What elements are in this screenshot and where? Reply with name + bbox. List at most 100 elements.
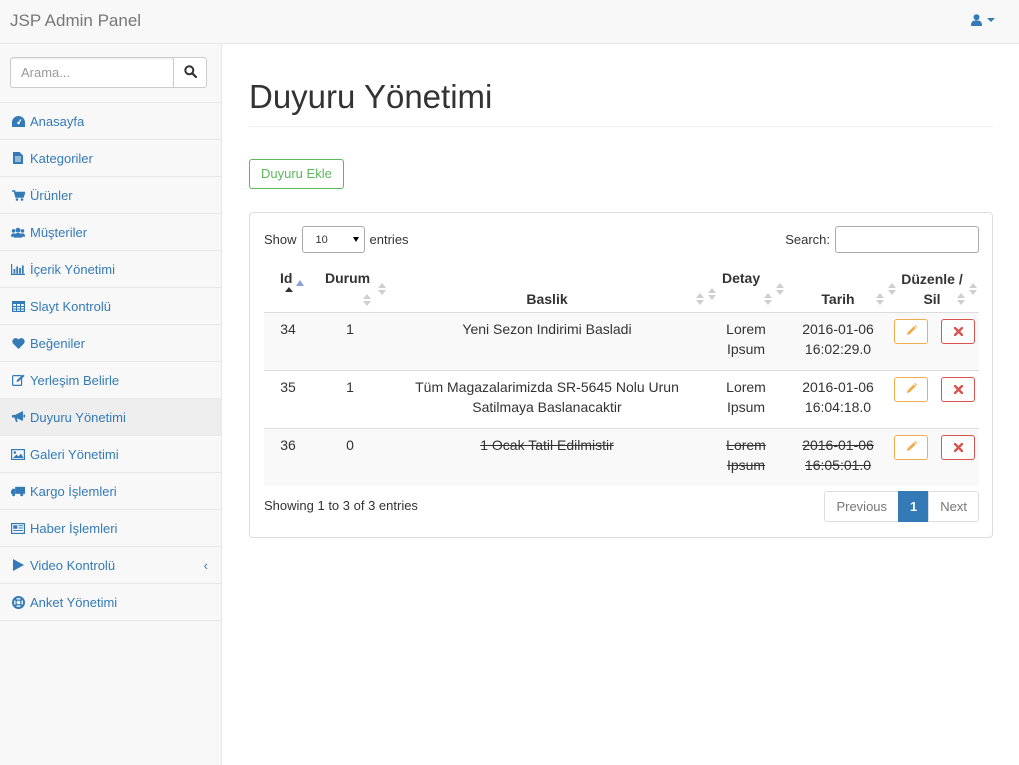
sidebar-item-yerlesim-belirle[interactable]: Yerleşim Belirle bbox=[0, 362, 221, 399]
next-page-button[interactable]: Next bbox=[928, 491, 979, 522]
cell-baslik: 1 Ocak Tatil Edilmistir bbox=[388, 428, 706, 486]
cell-baslik: Yeni Sezon Indirimi Basladi bbox=[388, 312, 706, 371]
cell-tarih: 2016-01-06 16:04:18.0 bbox=[786, 370, 890, 429]
search-input[interactable] bbox=[10, 57, 173, 88]
user-menu-toggle[interactable] bbox=[971, 14, 995, 26]
truck-icon bbox=[11, 485, 25, 498]
cell-id-text: 36 bbox=[280, 436, 296, 453]
sort-icon bbox=[696, 292, 704, 305]
search-button[interactable] bbox=[173, 57, 207, 88]
sort-icon bbox=[969, 282, 977, 295]
bullhorn-icon bbox=[11, 411, 25, 424]
pencil-icon bbox=[906, 437, 917, 457]
sidebar-item-label: Müşteriler bbox=[30, 224, 88, 240]
sidebar-item-label: Yerleşim Belirle bbox=[30, 372, 120, 388]
edit-button[interactable] bbox=[894, 318, 928, 344]
sidebar-search bbox=[0, 44, 221, 103]
sort-icon bbox=[776, 282, 784, 295]
cell-detay: Lorem Ipsum bbox=[706, 370, 786, 429]
cell-id-text: 35 bbox=[280, 378, 296, 395]
sidebar-item-video-kontrolu[interactable]: Video Kontrolü ‹ bbox=[0, 547, 221, 584]
column-header-durum[interactable]: Durum bbox=[312, 265, 388, 313]
column-header-tarih[interactable]: Tarih bbox=[786, 265, 896, 313]
cell-tarih: 2016-01-06 16:05:01.0 bbox=[786, 428, 890, 486]
sidebar-item-haber-islemleri[interactable]: Haber İşlemleri bbox=[0, 510, 221, 547]
previous-page-button[interactable]: Previous bbox=[824, 491, 900, 522]
delete-button[interactable] bbox=[941, 318, 975, 344]
column-header-detay[interactable]: Detay bbox=[706, 265, 786, 313]
dashboard-icon bbox=[11, 115, 25, 128]
show-label: Show bbox=[264, 232, 297, 247]
table-info: Showing 1 to 3 of 3 entries bbox=[264, 498, 418, 513]
current-page-button[interactable]: 1 bbox=[898, 491, 930, 522]
sidebar-item-slayt-kontrolu[interactable]: Slayt Kontrolü bbox=[0, 288, 221, 325]
edit-icon bbox=[11, 374, 25, 387]
sidebar-item-label: Video Kontrolü bbox=[30, 557, 116, 573]
sort-icon bbox=[764, 292, 772, 305]
cell-tarih: 2016-01-06 16:02:29.0 bbox=[786, 312, 890, 371]
sidebar-menu: Anasayfa Kategoriler Ürünler Müşteriler İçer… bbox=[0, 103, 221, 621]
search-icon bbox=[183, 64, 197, 81]
heart-icon bbox=[11, 337, 25, 350]
sidebar-item-galeri-yonetimi[interactable]: Galeri Yönetimi bbox=[0, 436, 221, 473]
cell-detay-text: Lorem Ipsum bbox=[726, 436, 766, 473]
cell-id: 34 bbox=[264, 312, 312, 371]
sidebar-item-label: Slayt Kontrolü bbox=[30, 298, 111, 314]
sidebar-item-urunler[interactable]: Ürünler bbox=[0, 177, 221, 214]
page-length-value: 10 bbox=[315, 233, 328, 246]
cell-baslik-text: 1 Ocak Tatil Edilmistir bbox=[480, 436, 614, 453]
edit-button[interactable] bbox=[894, 434, 928, 460]
table-row: 35 1 Tüm Magazalarimizda SR-5645 Nolu Urun… bbox=[264, 370, 979, 429]
sidebar-item-duyuru-yonetimi[interactable]: Duyuru Yönetimi bbox=[0, 399, 221, 436]
column-header-actions[interactable]: Düzenle / Sil bbox=[890, 265, 979, 313]
sidebar-item-label: Ürünler bbox=[30, 187, 73, 203]
cell-detay-text: Lorem Ipsum bbox=[726, 320, 766, 357]
sidebar-item-kategoriler[interactable]: Kategoriler bbox=[0, 140, 221, 177]
cell-durum-text: 1 bbox=[346, 320, 354, 337]
sidebar-item-anket-yonetimi[interactable]: Anket Yönetimi bbox=[0, 584, 221, 621]
cell-detay-text: Lorem Ipsum bbox=[726, 378, 766, 415]
file-icon bbox=[11, 152, 25, 165]
sidebar-item-icerik-yonetimi[interactable]: İçerik Yönetimi bbox=[0, 251, 221, 288]
cell-detay: Lorem Ipsum bbox=[706, 428, 786, 486]
column-header-id[interactable]: Id bbox=[264, 265, 312, 313]
table-row: 36 0 1 Ocak Tatil Edilmistir Lorem Ipsum 201… bbox=[264, 428, 979, 486]
sidebar-item-label: Beğeniler bbox=[30, 335, 85, 351]
pencil-icon bbox=[906, 321, 917, 341]
sidebar-item-label: Kargo İşlemleri bbox=[30, 483, 117, 499]
cell-detay: Lorem Ipsum bbox=[706, 312, 786, 371]
cell-id-text: 34 bbox=[280, 320, 296, 337]
sidebar-item-begeniler[interactable]: Beğeniler bbox=[0, 325, 221, 362]
edit-button[interactable] bbox=[894, 376, 928, 402]
bar-chart-icon bbox=[11, 263, 25, 276]
user-icon bbox=[971, 14, 982, 26]
table-header-row: Id Durum Baslik Detay Tarih Düzenle / Si… bbox=[264, 265, 979, 313]
cell-durum-text: 1 bbox=[346, 378, 354, 395]
sidebar-item-musteriler[interactable]: Müşteriler bbox=[0, 214, 221, 251]
sort-icon bbox=[957, 292, 965, 305]
delete-button[interactable] bbox=[941, 434, 975, 460]
sidebar-item-anasayfa[interactable]: Anasayfa bbox=[0, 103, 221, 140]
announcements-table: Id Durum Baslik Detay Tarih Düzenle / Si… bbox=[264, 265, 979, 486]
page-length-select[interactable]: 10 bbox=[301, 226, 365, 253]
delete-button[interactable] bbox=[941, 376, 975, 402]
chevron-left-icon[interactable]: ‹ bbox=[204, 558, 208, 573]
cell-baslik-text: Tüm Magazalarimizda SR-5645 Nolu Urun Sa… bbox=[415, 378, 679, 415]
row-actions bbox=[894, 376, 975, 402]
table-search-input[interactable] bbox=[835, 226, 979, 253]
pagination: Previous 1 Next bbox=[824, 491, 979, 522]
chevron-down-icon bbox=[352, 237, 359, 242]
cell-durum: 0 bbox=[312, 428, 388, 486]
column-header-baslik[interactable]: Baslik bbox=[388, 265, 716, 313]
cell-durum-text: 0 bbox=[346, 436, 354, 453]
brand-title[interactable]: JSP Admin Panel bbox=[10, 11, 141, 31]
page-title: Duyuru Yönetimi bbox=[249, 78, 993, 128]
cell-actions bbox=[890, 370, 979, 429]
sidebar-item-kargo-islemleri[interactable]: Kargo İşlemleri bbox=[0, 473, 221, 510]
add-announcement-button[interactable]: Duyuru Ekle bbox=[249, 159, 344, 190]
table-panel: Show 10 entries Search: Id Durum Baslik … bbox=[249, 212, 993, 538]
sidebar-item-label: İçerik Yönetimi bbox=[30, 261, 116, 277]
row-actions bbox=[894, 434, 975, 460]
sidebar-item-label: Anasayfa bbox=[30, 113, 85, 129]
cell-durum: 1 bbox=[312, 370, 388, 429]
